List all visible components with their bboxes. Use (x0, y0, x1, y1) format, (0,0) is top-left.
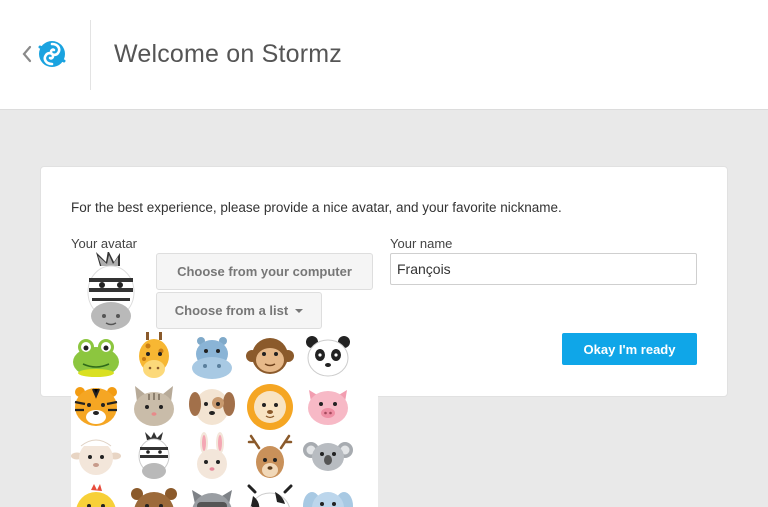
chick-avatar[interactable] (71, 482, 121, 507)
intro-text: For the best experience, please provide … (71, 200, 562, 215)
avatar-label: Your avatar (71, 236, 138, 251)
name-label: Your name (390, 236, 453, 251)
lion-avatar[interactable] (245, 382, 295, 432)
choose-from-list-button[interactable]: Choose from a list (156, 292, 322, 329)
cow-avatar[interactable] (245, 482, 295, 507)
frog-avatar[interactable] (71, 332, 121, 382)
koala-avatar[interactable] (303, 432, 353, 482)
name-input[interactable] (390, 253, 697, 285)
okay-ready-label: Okay I'm ready (583, 341, 676, 357)
avatar-list-dropdown (71, 330, 378, 507)
sheep-avatar[interactable] (71, 432, 121, 482)
tiger-avatar[interactable] (71, 382, 121, 432)
rabbit-avatar[interactable] (187, 432, 237, 482)
stormz-logo-icon (36, 38, 68, 70)
raccoon-avatar[interactable] (187, 482, 237, 507)
okay-ready-button[interactable]: Okay I'm ready (562, 333, 697, 365)
zebra-avatar[interactable] (129, 432, 179, 482)
deer-avatar[interactable] (245, 432, 295, 482)
page-title: Welcome on Stormz (114, 40, 343, 68)
chevron-left-icon[interactable] (20, 44, 34, 64)
hippo-avatar[interactable] (187, 332, 237, 382)
choose-from-computer-button[interactable]: Choose from your computer (156, 253, 373, 290)
dog-avatar[interactable] (187, 382, 237, 432)
elephant-avatar[interactable] (303, 482, 353, 507)
caret-down-icon (295, 308, 304, 313)
top-header: Welcome on Stormz (0, 0, 768, 110)
header-divider (90, 20, 91, 90)
bear-avatar[interactable] (129, 482, 179, 507)
choose-from-computer-label: Choose from your computer (177, 264, 352, 279)
cat-avatar[interactable] (129, 382, 179, 432)
panda-avatar[interactable] (303, 332, 353, 382)
monkey-avatar[interactable] (245, 332, 295, 382)
pig-avatar[interactable] (303, 382, 353, 432)
choose-from-list-label: Choose from a list (174, 303, 289, 318)
giraffe-avatar[interactable] (129, 332, 179, 382)
selected-avatar[interactable] (82, 252, 140, 332)
